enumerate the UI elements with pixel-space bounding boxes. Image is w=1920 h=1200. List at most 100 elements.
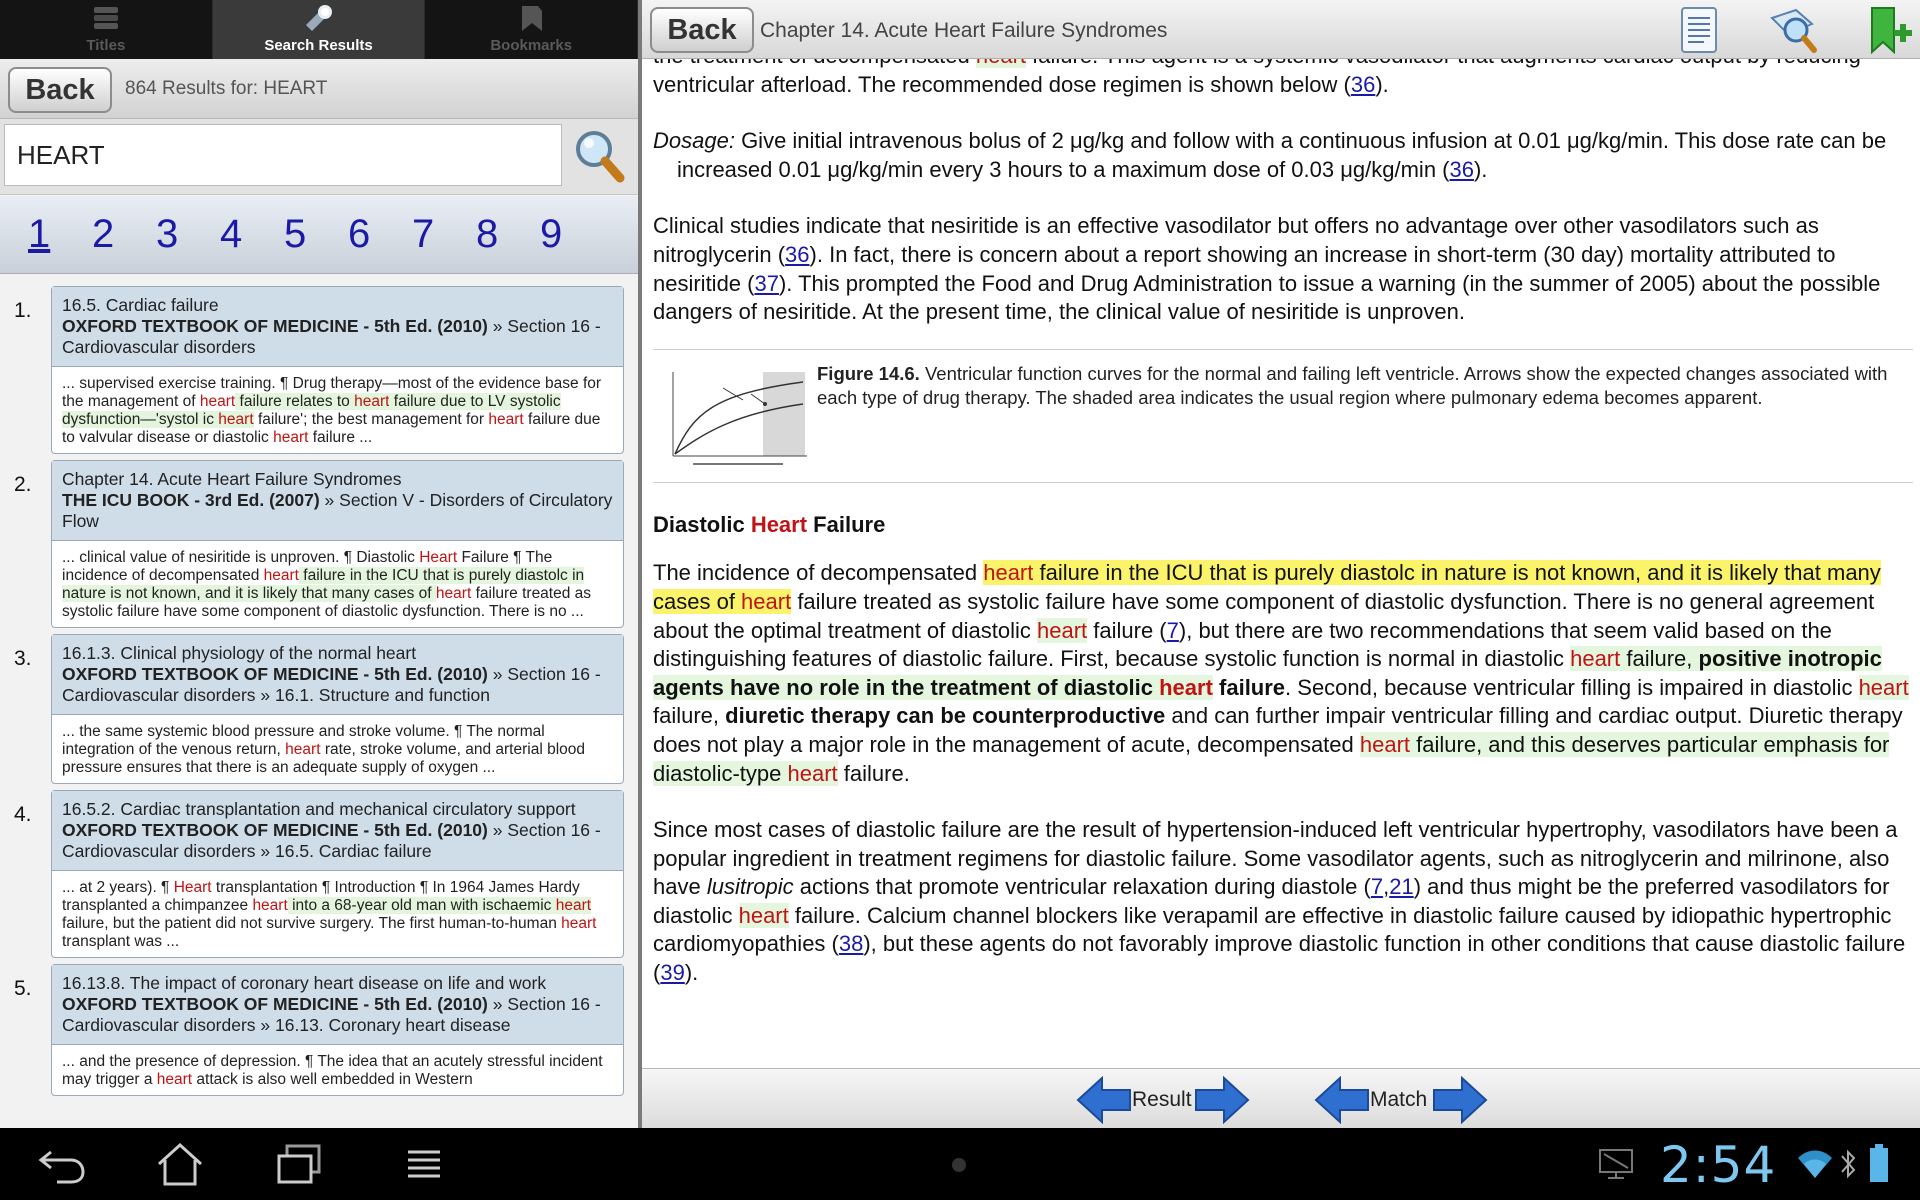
result-source: THE ICU BOOK - 3rd Ed. (2007) [62,490,320,510]
table-of-contents-icon [1681,7,1717,53]
page-9[interactable]: 9 [540,212,604,257]
result-number: 5. [14,977,32,1000]
result-item[interactable]: 1. 16.5. Cardiac failure OXFORD TEXTBOOK… [14,286,624,454]
bluetooth-status [1838,1146,1858,1187]
page-7[interactable]: 7 [412,212,476,257]
next-result-button[interactable] [1194,1075,1250,1125]
reference-link[interactable]: 37 [754,271,778,296]
results-count: 864 Results for: HEART [125,78,328,99]
system-back-button[interactable] [22,1138,102,1190]
next-match-button[interactable] [1432,1075,1488,1125]
system-navigation-bar: 2:54 [0,1128,1920,1200]
system-recent-apps-button[interactable] [260,1138,340,1190]
result-title: Chapter 14. Acute Heart Failure Syndrome… [62,469,402,489]
result-title: 16.5.2. Cardiac transplantation and mech… [62,799,576,819]
result-source: OXFORD TEXTBOOK OF MEDICINE - 5th Ed. (2… [62,994,488,1014]
arrow-left-icon [1314,1075,1369,1125]
recent-apps-icon [277,1144,321,1184]
chapter-content: the treatment of decompensated heart fai… [653,42,1913,1016]
result-item[interactable]: 3. 16.1.3. Clinical physiology of the no… [14,634,624,784]
search-in-book-icon [1770,8,1817,53]
result-number: 2. [14,473,32,496]
table-of-contents-button[interactable] [1672,4,1726,56]
add-bookmark-button[interactable] [1864,4,1918,56]
arrow-left-icon [1076,1075,1131,1125]
paragraph: Since most cases of diastolic failure ar… [653,817,1906,986]
reader-back-button[interactable]: Back [650,7,754,53]
reference-link[interactable]: 21 [1389,874,1413,899]
reference-link[interactable]: 7 [1371,874,1383,899]
result-source: OXFORD TEXTBOOK OF MEDICINE - 5th Ed. (2… [62,316,488,336]
result-title: 16.5. Cardiac failure [62,295,219,315]
result-header: 16.5. Cardiac failure OXFORD TEXTBOOK OF… [52,287,623,367]
reader-header: Back Chapter 14. Acute Heart Failure Syn… [642,0,1920,59]
paragraph: The incidence of decompensated heart fai… [653,560,1909,786]
dosage-paragraph: Dosage: Give initial intravenous bolus o… [653,128,1887,182]
result-item[interactable]: 4. 16.5.2. Cardiac transplantation and m… [14,790,624,958]
figure-caption: Figure 14.6. Ventricular function curves… [817,362,1888,408]
result-header: 16.1.3. Clinical physiology of the norma… [52,635,623,715]
page-8[interactable]: 8 [476,212,540,257]
tab-bookmarks[interactable]: Bookmarks [425,0,638,59]
search-button[interactable] [572,127,628,185]
back-button[interactable]: Back [8,67,112,113]
reference-link[interactable]: 39 [660,960,684,985]
reference-link[interactable]: 38 [839,931,863,956]
reference-link[interactable]: 36 [1351,72,1375,97]
results-header: Back 864 Results for: HEART [0,59,638,119]
clock: 2:54 [1660,1136,1777,1194]
search-in-book-button[interactable] [1766,4,1820,56]
lights-out-dot [952,1158,966,1172]
result-label: Result [1132,1088,1192,1111]
flashlight-icon [305,5,332,31]
result-title: 16.13.8. The impact of coronary heart di… [62,973,547,993]
debug-status [1596,1146,1636,1187]
page-2[interactable]: 2 [92,212,156,257]
result-source: OXFORD TEXTBOOK OF MEDICINE - 5th Ed. (2… [62,820,488,840]
match-label: Match [1370,1088,1428,1111]
results-list: 1. 16.5. Cardiac failure OXFORD TEXTBOOK… [0,276,638,1128]
reference-link[interactable]: 36 [1450,157,1474,182]
page-6[interactable]: 6 [348,212,412,257]
tab-titles-label: Titles [86,37,126,54]
bookmark-icon [522,6,543,31]
page-4[interactable]: 4 [220,212,284,257]
figure-thumbnail[interactable] [653,363,813,470]
home-icon [157,1142,203,1186]
tab-titles[interactable]: Titles [0,0,213,59]
result-number: 1. [14,299,32,322]
page-1[interactable]: 1 [28,212,92,257]
reference-link[interactable]: 36 [785,242,809,267]
result-item[interactable]: 5. 16.13.8. The impact of coronary heart… [14,964,624,1096]
page-5[interactable]: 5 [284,212,348,257]
chapter-title: Chapter 14. Acute Heart Failure Syndrome… [760,19,1168,42]
navigation-bar: Result Match [642,1068,1920,1128]
tab-search-results[interactable]: Search Results [212,0,426,59]
previous-match-button[interactable] [1314,1075,1370,1125]
result-header: 16.5.2. Cardiac transplantation and mech… [52,791,623,871]
wifi-icon [1798,1150,1832,1178]
books-icon [93,7,118,29]
result-number: 3. [14,647,32,670]
page-3[interactable]: 3 [156,212,220,257]
page-selector: 1 2 3 4 5 6 7 8 9 [0,196,638,274]
result-snippet: ... the same systemic blood pressure and… [62,723,586,776]
bluetooth-icon [1841,1149,1856,1179]
search-input[interactable] [4,124,562,186]
add-bookmark-icon [1871,7,1912,55]
tab-search-results-label: Search Results [264,37,373,54]
tab-bar: Titles Search Results Bookmarks [0,0,638,59]
previous-result-button[interactable] [1076,1075,1132,1125]
system-menu-button[interactable] [384,1138,464,1190]
result-header: Chapter 14. Acute Heart Failure Syndrome… [52,461,623,541]
result-snippet: ... clinical value of nesiritide is unpr… [62,549,592,620]
result-item[interactable]: 2. Chapter 14. Acute Heart Failure Syndr… [14,460,624,628]
system-home-button[interactable] [140,1138,220,1190]
paragraph: Clinical studies indicate that nesiritid… [653,213,1881,325]
result-number: 4. [14,803,32,826]
result-snippet: ... at 2 years). ¶ Heart transplantation… [62,879,597,950]
result-snippet: ... and the presence of depression. ¶ Th… [62,1053,603,1088]
search-results-pane: Titles Search Results Bookmarks Back 864… [0,0,638,1128]
reference-link[interactable]: 7 [1167,618,1179,643]
search-row [0,119,638,195]
